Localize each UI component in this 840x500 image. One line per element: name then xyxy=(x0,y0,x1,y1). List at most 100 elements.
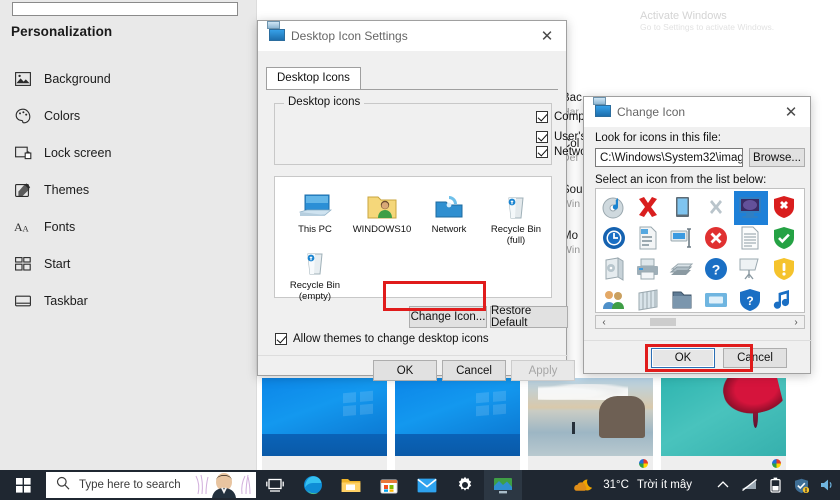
tab-underline xyxy=(266,89,558,90)
icon-cell-warning-triangle[interactable] xyxy=(768,253,802,287)
sidebar-item-label: Lock screen xyxy=(44,146,112,160)
icon-cell-presentation[interactable] xyxy=(666,222,700,256)
scroll-right-icon[interactable]: › xyxy=(788,316,804,328)
ok-button[interactable]: OK xyxy=(651,348,715,368)
desktop-icon-preview-list[interactable]: This PC WINDOWS10 Network Recycle Bin (f… xyxy=(274,176,553,302)
start-button[interactable] xyxy=(0,470,46,500)
icon-cell-printer[interactable] xyxy=(632,253,666,287)
sidebar-item-colors[interactable]: Colors xyxy=(0,102,257,130)
icon-cell-projector[interactable] xyxy=(734,253,768,287)
icon-list-box[interactable]: ? ? xyxy=(595,188,805,313)
weather-temperature[interactable]: 31°C xyxy=(603,479,629,491)
security-shield-icon[interactable] xyxy=(792,476,810,494)
this-pc-icon xyxy=(278,183,352,221)
sidebar-item-fonts[interactable]: AA Fonts xyxy=(0,213,257,241)
icon-cell-gray-x[interactable] xyxy=(700,191,734,225)
theme-color-dot-icon xyxy=(772,459,781,468)
tab-desktop-icons[interactable]: Desktop Icons xyxy=(266,67,361,89)
weather-icon[interactable] xyxy=(573,476,595,494)
icon-cell-clock-history[interactable] xyxy=(598,222,632,256)
sidebar-item-label: Start xyxy=(44,257,71,271)
icon-cell-colorful-boxes[interactable] xyxy=(802,253,804,287)
icon-cell-monitor-display[interactable] xyxy=(734,191,768,225)
sidebar-item-taskbar[interactable]: Taskbar xyxy=(0,287,257,315)
network-disconnected-icon[interactable] xyxy=(740,476,758,494)
icon-cell-document-lines[interactable] xyxy=(734,222,768,256)
icon-list-horizontal-scrollbar[interactable]: ‹ › xyxy=(595,315,805,329)
icon-cell-media-disc[interactable] xyxy=(598,191,632,225)
file-explorer-icon[interactable] xyxy=(332,470,370,500)
icon-cell-document-config[interactable] xyxy=(802,284,804,312)
sidebar-item-label: Colors xyxy=(44,109,81,123)
settings-search-input[interactable] xyxy=(12,2,238,16)
printer-icon xyxy=(635,256,663,284)
settings-sidebar: Personalization Background Colors Lock s… xyxy=(0,0,257,470)
volume-icon[interactable] xyxy=(818,476,836,494)
close-icon[interactable]: ✕ xyxy=(528,21,566,51)
windows-logo-icon xyxy=(15,477,31,493)
preview-item-user-files[interactable]: WINDOWS10 xyxy=(345,183,419,235)
weather-condition[interactable]: Trời ít mây xyxy=(637,479,692,491)
close-icon[interactable]: ✕ xyxy=(772,97,810,127)
task-view-icon[interactable] xyxy=(256,470,294,500)
preview-item-this-pc[interactable]: This PC xyxy=(278,183,352,235)
scroll-left-icon[interactable]: ‹ xyxy=(596,316,612,328)
icon-cell-laptop[interactable] xyxy=(802,191,804,225)
document-settings-icon xyxy=(635,225,663,253)
groupbox-legend: Desktop icons xyxy=(284,96,365,108)
cancel-button[interactable]: Cancel xyxy=(442,360,506,381)
change-icon-dialog: Change Icon ✕ Look for icons in this fil… xyxy=(583,96,812,374)
apply-button: Apply xyxy=(511,360,575,381)
microsoft-store-icon[interactable] xyxy=(370,470,408,500)
icon-file-path-input[interactable]: C:\Windows\System32\imageres.dll xyxy=(595,148,743,167)
show-hidden-icons-chevron[interactable] xyxy=(714,476,732,494)
restore-default-button[interactable]: Restore Default xyxy=(490,305,568,329)
theme-thumbnail-2[interactable] xyxy=(391,378,524,470)
dialog-title: Desktop Icon Settings xyxy=(291,29,408,43)
preview-item-network[interactable]: Network xyxy=(412,183,486,235)
icon-cell-blue-screen[interactable] xyxy=(802,222,804,256)
preview-item-recycle-bin-empty[interactable]: Recycle Bin (empty) xyxy=(278,239,352,302)
icon-cell-shield-help[interactable]: ? xyxy=(734,284,768,312)
cancel-button[interactable]: Cancel xyxy=(723,348,787,368)
checkbox-box xyxy=(536,146,548,158)
preview-item-recycle-bin-full[interactable]: Recycle Bin (full) xyxy=(479,183,553,246)
icon-cell-cd-case[interactable] xyxy=(598,253,632,287)
theme-thumbnail-1[interactable] xyxy=(258,378,391,470)
sidebar-item-lock-screen[interactable]: Lock screen xyxy=(0,139,257,167)
checkbox-allow-themes[interactable]: Allow themes to change desktop icons xyxy=(275,333,489,345)
microsoft-edge-icon[interactable] xyxy=(294,470,332,500)
icon-cell-document-settings[interactable] xyxy=(632,222,666,256)
browse-button[interactable]: Browse... xyxy=(749,148,805,167)
icon-cell-blue-help[interactable]: ? xyxy=(700,253,734,287)
sidebar-item-background[interactable]: Background xyxy=(0,65,257,93)
theme-thumbnail-3[interactable] xyxy=(524,378,657,470)
battery-icon[interactable] xyxy=(766,476,784,494)
desktop-icon-settings-app-icon xyxy=(267,29,283,43)
icon-cell-shield-check[interactable] xyxy=(768,222,802,256)
icon-cell-scanner[interactable] xyxy=(666,253,700,287)
icon-cell-users-group[interactable] xyxy=(598,284,632,312)
sidebar-item-start[interactable]: Start xyxy=(0,250,257,278)
scrollbar-thumb[interactable] xyxy=(650,318,676,326)
sidebar-item-themes[interactable]: Themes xyxy=(0,176,257,204)
ok-button[interactable]: OK xyxy=(373,360,437,381)
icon-cell-red-error-circle[interactable] xyxy=(700,222,734,256)
theme-thumbnail-4[interactable] xyxy=(657,378,790,470)
icon-cell-red-x[interactable] xyxy=(632,191,666,225)
search-illustration-avatar xyxy=(192,472,256,498)
icon-cell-folder-dark[interactable] xyxy=(666,284,700,312)
themes-brush-icon xyxy=(14,181,32,199)
icon-cell-shield-error[interactable] xyxy=(768,191,802,225)
taskbar-search-box[interactable]: Type here to search xyxy=(46,472,256,498)
theme-thumbnail-caption-bar xyxy=(395,456,520,470)
icon-cell-tablet[interactable] xyxy=(666,191,700,225)
icon-cell-window[interactable] xyxy=(700,284,734,312)
icon-cell-radiator[interactable] xyxy=(632,284,666,312)
sidebar-item-label: Fonts xyxy=(44,220,76,234)
change-icon-button[interactable]: Change Icon... xyxy=(409,306,487,328)
settings-gear-icon[interactable] xyxy=(446,470,484,500)
icon-cell-music-note[interactable] xyxy=(768,284,802,312)
mail-icon[interactable] xyxy=(408,470,446,500)
display-settings-icon[interactable] xyxy=(484,470,522,500)
